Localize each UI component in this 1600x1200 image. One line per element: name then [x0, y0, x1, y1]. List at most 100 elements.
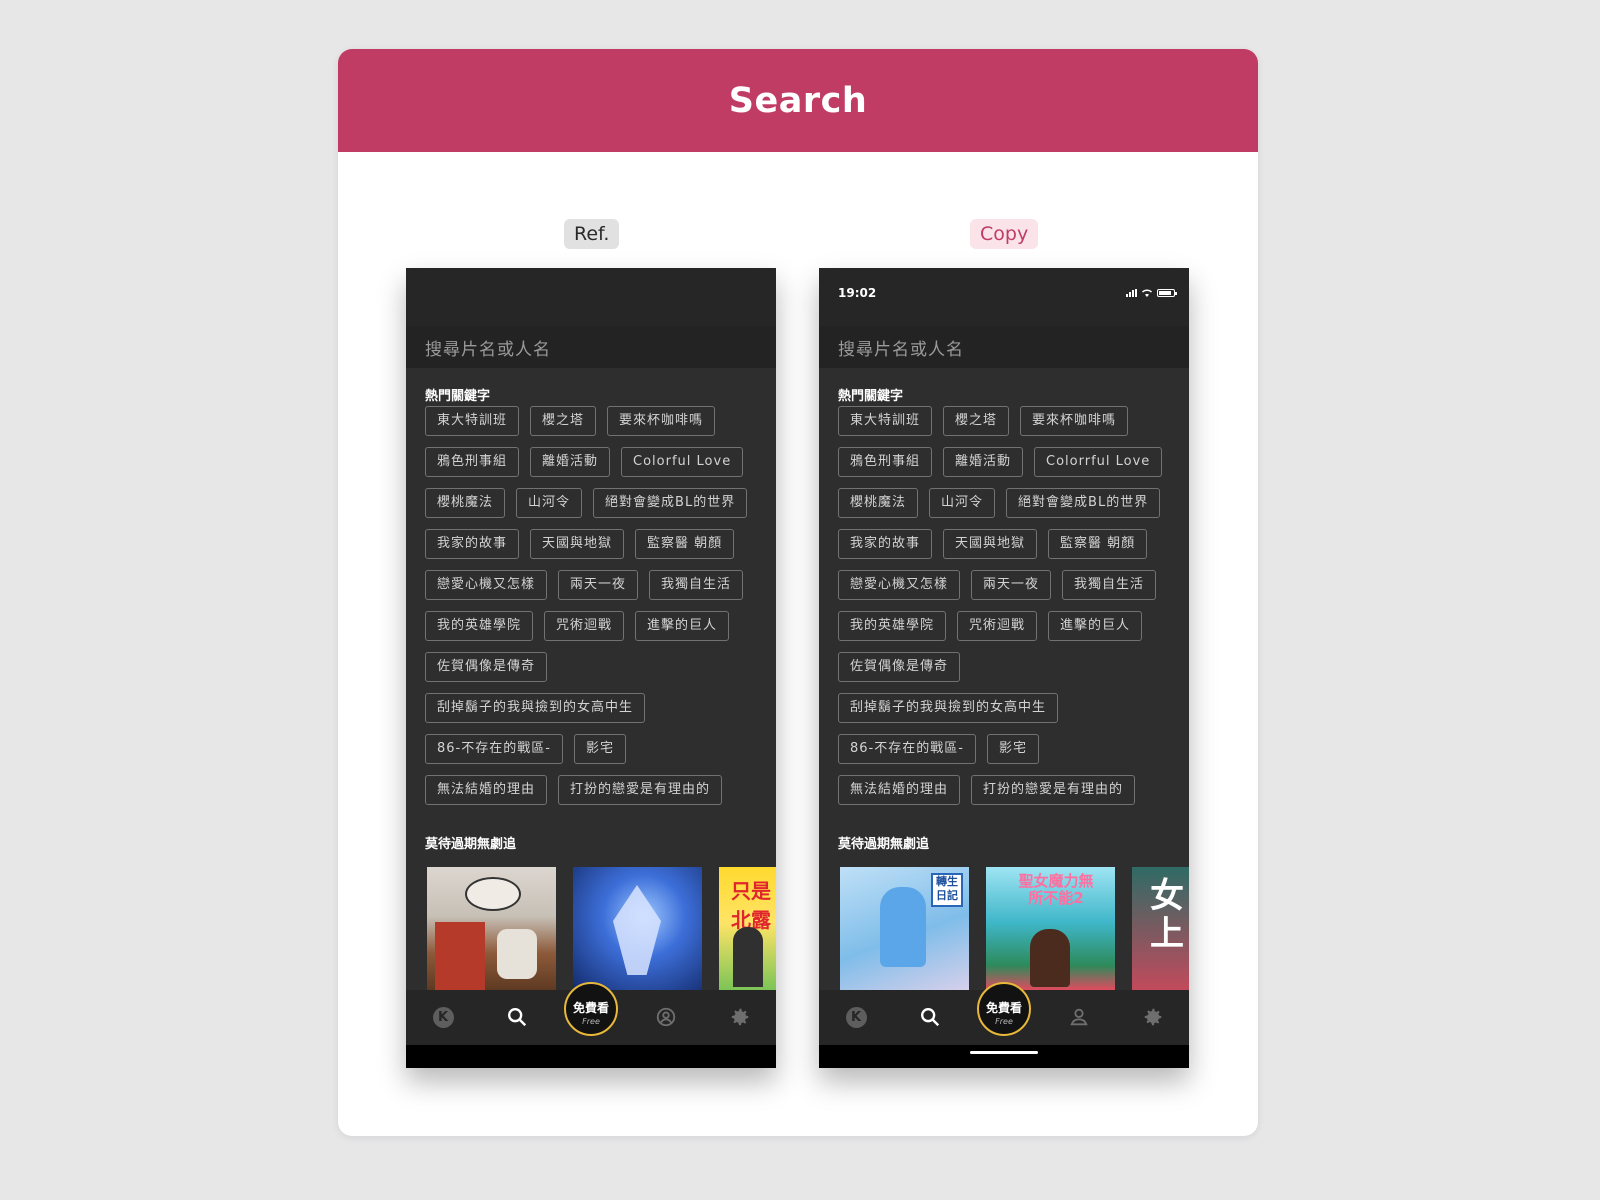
k-logo-icon: K [845, 1006, 867, 1028]
keyword-chip[interactable]: 打扮的戀愛是有理由的 [558, 775, 723, 805]
keyword-chip[interactable]: 東大特訓班 [838, 406, 933, 436]
keyword-chip[interactable]: 天國與地獄 [530, 529, 625, 559]
copy-search-bar[interactable]: 搜尋片名或人名 [819, 326, 1189, 368]
tab-search[interactable] [503, 1003, 531, 1031]
poster-item[interactable]: 只是北露 [719, 867, 776, 990]
poster-item[interactable]: 女上 [1132, 867, 1189, 990]
keyword-chip-row: 櫻桃魔法 山河令 絕對會變成BL的世界 [425, 488, 762, 518]
keyword-chip[interactable]: 進擊的巨人 [1048, 611, 1143, 641]
keyword-chip[interactable]: Colorful Love [621, 447, 744, 477]
keyword-chip-row: 櫻桃魔法 山河令 絕對會變成BL的世界 [838, 488, 1175, 518]
keyword-chip-row: 我家的故事 天國與地獄 監察醫 朝顏 [425, 529, 762, 559]
poster-title-text: 女上 [1150, 876, 1184, 954]
keyword-chip[interactable]: 打扮的戀愛是有理由的 [971, 775, 1136, 805]
keyword-chip[interactable]: 影宅 [573, 734, 626, 764]
keyword-chip-row: 無法結婚的理由 打扮的戀愛是有理由的 [838, 775, 1175, 805]
status-time: 19:02 [838, 286, 877, 300]
ref-expiring-title: 莫待過期無劇追 [425, 837, 517, 852]
wifi-icon [1142, 289, 1152, 297]
keyword-chip[interactable]: 刮掉鬍子的我與撿到的女高中生 [425, 693, 646, 723]
keyword-chip[interactable]: 鴉色刑事組 [838, 447, 933, 477]
keyword-chip-row: 東大特訓班 櫻之塔 要來杯咖啡嗎 [838, 406, 1175, 436]
copy-search-input[interactable]: 搜尋片名或人名 [838, 335, 964, 360]
keyword-chip[interactable]: 鴉色刑事組 [425, 447, 520, 477]
keyword-chip[interactable]: 戀愛心機又怎樣 [425, 570, 548, 600]
tab-home[interactable]: K [842, 1003, 870, 1031]
keyword-chip[interactable]: 我的英雄學院 [838, 611, 947, 641]
keyword-chip[interactable]: 山河令 [929, 488, 996, 518]
ref-search-bar[interactable]: 搜尋片名或人名 [406, 326, 776, 368]
keyword-chip[interactable]: 佐賀偶像是傳奇 [425, 652, 548, 682]
tab-search[interactable] [916, 1003, 944, 1031]
keyword-chip[interactable]: 86-不存在的戰區- [425, 734, 563, 764]
poster-art [880, 887, 926, 967]
poster-logo [465, 877, 521, 911]
keyword-chip[interactable]: 櫻桃魔法 [838, 488, 919, 518]
keyword-chip[interactable]: 監察醫 朝顏 [1048, 529, 1148, 559]
keyword-chip[interactable]: 我家的故事 [838, 529, 933, 559]
keyword-chip[interactable]: 咒術迴戰 [544, 611, 625, 641]
free-watch-button[interactable]: 免費看 Free [564, 982, 618, 1036]
free-watch-label: 免費看 [985, 1001, 1022, 1015]
free-watch-label: 免費看 [572, 1001, 609, 1015]
keyword-chip-row: 佐賀偶像是傳奇 [838, 652, 1175, 682]
battery-icon [1157, 288, 1177, 297]
keyword-chip[interactable]: 戀愛心機又怎樣 [838, 570, 961, 600]
keyword-chip[interactable]: 影宅 [986, 734, 1039, 764]
keyword-chip[interactable]: 無法結婚的理由 [425, 775, 548, 805]
tab-settings[interactable] [1139, 1003, 1167, 1031]
keyword-chip[interactable]: 離婚活動 [530, 447, 611, 477]
keyword-chip[interactable]: 離婚活動 [943, 447, 1024, 477]
keyword-chip[interactable]: 絕對會變成BL的世界 [593, 488, 748, 518]
keyword-chip[interactable]: 我家的故事 [425, 529, 520, 559]
keyword-chip[interactable]: 兩天一夜 [971, 570, 1052, 600]
free-watch-sublabel: Free [582, 1017, 600, 1026]
copy-label: Copy [970, 219, 1039, 249]
home-indicator[interactable] [970, 1051, 1038, 1054]
ref-tab-bar: K 免費看 Free [406, 982, 776, 1045]
keyword-chip[interactable]: 要來杯咖啡嗎 [1020, 406, 1129, 436]
keyword-chip[interactable]: 佐賀偶像是傳奇 [838, 652, 961, 682]
keyword-chip[interactable]: 監察醫 朝顏 [635, 529, 735, 559]
poster-item[interactable] [427, 867, 556, 990]
keyword-chip[interactable]: 要來杯咖啡嗎 [607, 406, 716, 436]
keyword-chip-row: 刮掉鬍子的我與撿到的女高中生 [425, 693, 762, 723]
keyword-chip[interactable]: 我獨自生活 [1062, 570, 1157, 600]
keyword-chip[interactable]: 我獨自生活 [649, 570, 744, 600]
keyword-chip[interactable]: 天國與地獄 [943, 529, 1038, 559]
free-watch-button[interactable]: 免費看 Free [977, 982, 1031, 1036]
poster-item[interactable] [573, 867, 702, 990]
keyword-chip-row: 刮掉鬍子的我與撿到的女高中生 [838, 693, 1175, 723]
keyword-chip[interactable]: 進擊的巨人 [635, 611, 730, 641]
keyword-chip[interactable]: 86-不存在的戰區- [838, 734, 976, 764]
keyword-chip[interactable]: 東大特訓班 [425, 406, 520, 436]
ref-top-spacer [406, 268, 776, 326]
keyword-chip[interactable]: 櫻之塔 [530, 406, 597, 436]
poster-item[interactable]: 轉生日記 [840, 867, 969, 990]
keyword-chip-row: 無法結婚的理由 打扮的戀愛是有理由的 [425, 775, 762, 805]
tab-home[interactable]: K [429, 1003, 457, 1031]
keyword-chip[interactable]: 咒術迴戰 [957, 611, 1038, 641]
poster-item[interactable]: 聖女魔力無所不能2 [986, 867, 1115, 990]
keyword-chip-row: 東大特訓班 櫻之塔 要來杯咖啡嗎 [425, 406, 762, 436]
keyword-chip[interactable]: 無法結婚的理由 [838, 775, 961, 805]
keyword-chip[interactable]: 山河令 [516, 488, 583, 518]
keyword-chip[interactable]: 兩天一夜 [558, 570, 639, 600]
search-icon [921, 1008, 940, 1027]
ref-phone-screen: 搜尋片名或人名 熱門關鍵字 東大特訓班 櫻之塔 要來杯咖啡嗎 鴉色刑事組 離婚活動 Col… [406, 268, 776, 1068]
keyword-chip[interactable]: 絕對會變成BL的世界 [1006, 488, 1161, 518]
tab-profile[interactable] [1065, 1003, 1093, 1031]
k-logo-icon: K [432, 1006, 454, 1028]
comparison-card: Search Ref. Copy 搜尋片名或人名 熱門關鍵字 東大特訓班 櫻之塔要… [338, 49, 1258, 1136]
keyword-chip[interactable]: 刮掉鬍子的我與撿到的女高中生 [838, 693, 1059, 723]
keyword-chip[interactable]: 櫻之塔 [943, 406, 1010, 436]
keyword-chip[interactable]: 我的英雄學院 [425, 611, 534, 641]
copy-tab-bar: K 免費看 Free [819, 982, 1189, 1045]
ref-label: Ref. [564, 219, 620, 249]
ref-search-input[interactable]: 搜尋片名或人名 [425, 335, 551, 360]
keyword-chip[interactable]: Colorrful Love [1034, 447, 1163, 477]
keyword-chip[interactable]: 櫻桃魔法 [425, 488, 506, 518]
tab-profile[interactable] [652, 1003, 680, 1031]
ref-bottom-strip [406, 1045, 776, 1068]
tab-settings[interactable] [726, 1003, 754, 1031]
